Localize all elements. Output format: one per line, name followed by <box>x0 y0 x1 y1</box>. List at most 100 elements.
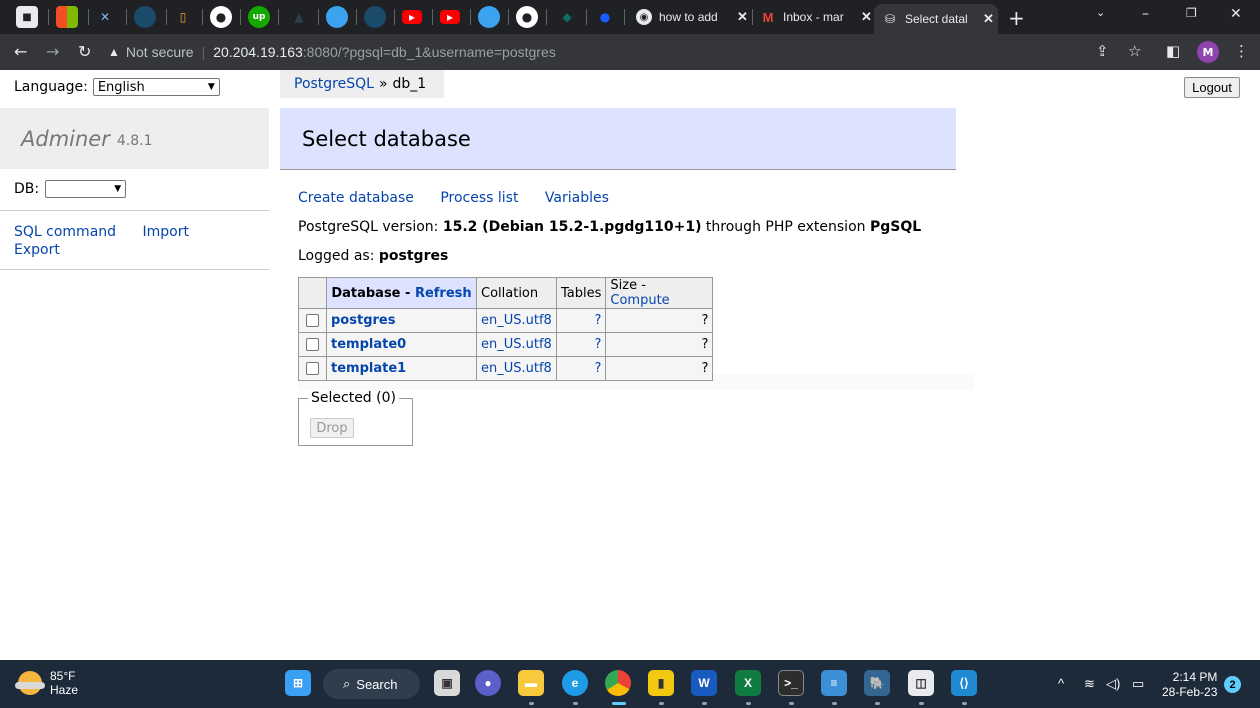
chat-icon[interactable]: ● <box>475 670 501 696</box>
task-view-icon[interactable]: ▣ <box>434 670 460 696</box>
security-label[interactable]: Not secure <box>126 44 194 60</box>
tab-separator <box>394 9 395 25</box>
create-database-link[interactable]: Create database <box>298 190 414 206</box>
header-dash: - <box>637 278 646 293</box>
app-icon[interactable]: ▲ <box>288 6 310 28</box>
notification-badge[interactable]: 2 <box>1224 676 1241 693</box>
system-clock[interactable]: 2:14 PM 28-Feb-23 <box>1162 670 1217 700</box>
profile-avatar[interactable]: M <box>1197 41 1219 63</box>
tables-link[interactable]: ? <box>594 361 601 376</box>
tables-cell: ? <box>555 308 607 333</box>
database-name-cell: template1 <box>326 356 477 381</box>
github-icon[interactable]: ● <box>210 6 232 28</box>
file-explorer-icon[interactable]: ▬ <box>518 670 544 696</box>
tables-link[interactable]: ? <box>594 313 601 328</box>
address-bar[interactable]: ▲ Not secure | 20.204.19.163:8080/?pgsql… <box>108 38 1083 66</box>
database-link[interactable]: postgres <box>331 313 395 328</box>
app-icon[interactable]: ◆ <box>556 6 578 28</box>
document-icon[interactable]: ■ <box>16 6 38 28</box>
drop-button[interactable]: Drop <box>310 418 354 438</box>
back-icon[interactable]: ← <box>14 42 27 61</box>
app-icon[interactable]: ● <box>594 6 616 28</box>
battery-icon[interactable]: ▭ <box>1132 676 1144 692</box>
size-header-label: Size <box>610 278 638 293</box>
pgadmin-icon[interactable]: 🐘 <box>864 670 890 696</box>
vscode-icon[interactable]: ⟨⟩ <box>951 670 977 696</box>
weather-haze-icon <box>15 671 45 695</box>
bookmark-star-icon[interactable]: ☆ <box>1128 42 1141 60</box>
app-icon[interactable] <box>478 6 500 28</box>
pinned-app-icon[interactable]: ▯ <box>172 6 194 28</box>
microsoft-icon[interactable] <box>56 6 78 28</box>
app-icon[interactable] <box>364 6 386 28</box>
select-all-header <box>298 277 327 309</box>
variables-link[interactable]: Variables <box>545 190 609 206</box>
row-checkbox[interactable] <box>306 338 319 351</box>
process-list-link[interactable]: Process list <box>440 190 518 206</box>
chrome-icon[interactable] <box>605 670 631 696</box>
minimize-icon[interactable]: – <box>1142 6 1149 22</box>
close-tab-icon[interactable]: ✕ <box>861 9 872 25</box>
compute-link[interactable]: Compute <box>610 293 669 308</box>
logout-button[interactable]: Logout <box>1184 77 1240 98</box>
side-panel-icon[interactable]: ◧ <box>1166 42 1180 60</box>
terminal-icon[interactable]: >_ <box>778 670 804 696</box>
notepad-icon[interactable]: ≡ <box>821 670 847 696</box>
tab-inbox[interactable]: M Inbox - mar ✕ <box>752 4 872 30</box>
edge-icon[interactable]: e <box>562 670 588 696</box>
language-select[interactable]: English ▼ <box>92 78 220 96</box>
weather-widget[interactable]: 85°F Haze <box>15 669 78 697</box>
db-label: DB: <box>14 181 40 197</box>
github-icon[interactable]: ● <box>516 6 538 28</box>
row-checkbox[interactable] <box>306 314 319 327</box>
new-tab-icon[interactable]: + <box>1008 6 1025 30</box>
close-tab-icon[interactable]: ✕ <box>737 9 748 25</box>
tab-how-to-add[interactable]: ◉ how to add ✕ <box>628 4 750 30</box>
row-checkbox[interactable] <box>306 362 319 375</box>
youtube-icon[interactable]: ▸ <box>402 10 422 24</box>
collation-link[interactable]: en_US.utf8 <box>481 313 552 328</box>
table-row: postgres en_US.utf8 ? ? <box>298 308 714 333</box>
database-link[interactable]: template0 <box>331 337 406 352</box>
tab-select-database[interactable]: ⛁ Select datal ✕ <box>874 4 998 34</box>
breadcrumb-postgresql-link[interactable]: PostgreSQL <box>294 76 374 92</box>
refresh-link[interactable]: Refresh <box>415 286 472 301</box>
power-bi-icon[interactable]: ▮ <box>648 670 674 696</box>
warning-icon[interactable]: ▲ <box>108 45 120 59</box>
export-link[interactable]: Export <box>14 242 60 258</box>
excel-icon[interactable]: X <box>735 670 761 696</box>
collation-link[interactable]: en_US.utf8 <box>481 337 552 352</box>
sql-command-link[interactable]: SQL command <box>14 224 116 240</box>
close-tab-icon[interactable]: ✕ <box>983 11 994 27</box>
logged-prefix: Logged as: <box>298 248 379 264</box>
collation-link[interactable]: en_US.utf8 <box>481 361 552 376</box>
forward-icon[interactable]: → <box>46 42 59 61</box>
tools-icon[interactable]: ✕ <box>94 6 116 28</box>
database-link[interactable]: template1 <box>331 361 406 376</box>
taskbar-search[interactable]: ⌕ Search <box>323 669 420 699</box>
running-indicator <box>702 702 707 705</box>
import-link[interactable]: Import <box>143 224 189 240</box>
tray-chevron-up-icon[interactable]: ^ <box>1058 676 1064 691</box>
wifi-icon[interactable]: ≋ <box>1084 676 1095 692</box>
store-icon[interactable]: ◫ <box>908 670 934 696</box>
tab-separator <box>88 9 89 25</box>
youtube-icon[interactable]: ▸ <box>440 10 460 24</box>
app-icon[interactable] <box>134 6 156 28</box>
tab-separator <box>470 9 471 25</box>
app-icon[interactable] <box>326 6 348 28</box>
close-window-icon[interactable]: ✕ <box>1230 6 1242 22</box>
word-icon[interactable]: W <box>691 670 717 696</box>
menu-kebab-icon[interactable]: ⋮ <box>1234 42 1249 60</box>
tab-search-icon[interactable]: ⌄ <box>1096 6 1105 19</box>
share-icon[interactable]: ⇪ <box>1096 42 1109 60</box>
reload-icon[interactable]: ↻ <box>78 42 91 61</box>
restore-icon[interactable]: ❐ <box>1186 6 1197 20</box>
selected-fieldset: Selected (0) Drop <box>298 390 413 446</box>
adminer-logo-link[interactable]: Adminer <box>21 127 110 151</box>
volume-icon[interactable]: ◁) <box>1106 676 1120 692</box>
db-select[interactable]: ▼ <box>45 180 127 198</box>
upwork-icon[interactable]: up <box>248 6 270 28</box>
tables-link[interactable]: ? <box>594 337 601 352</box>
start-icon[interactable]: ⊞ <box>285 670 311 696</box>
